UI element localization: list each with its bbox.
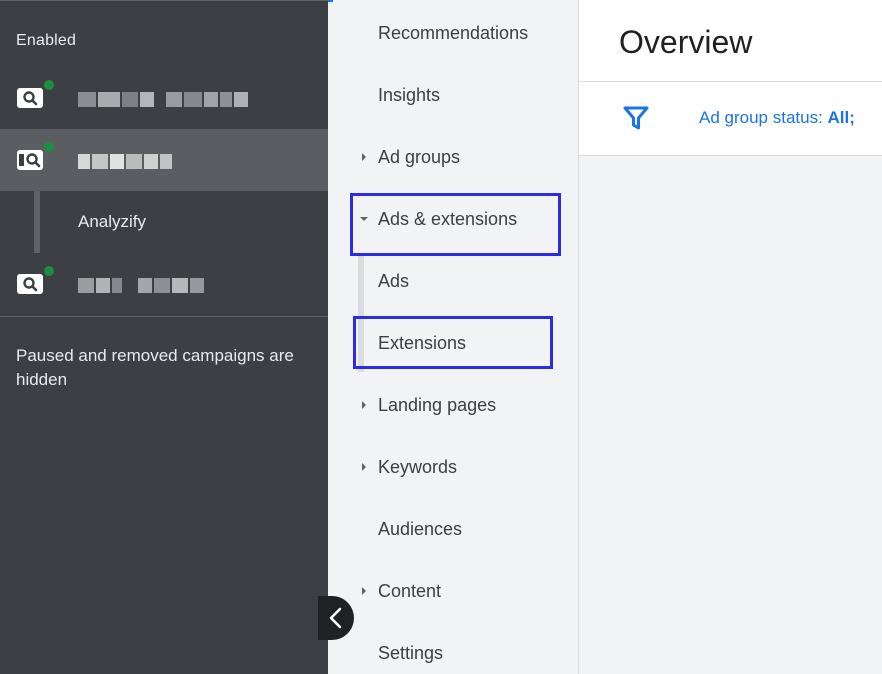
ad-group-status-filter-chip[interactable]: Ad group status: All; [699,108,855,128]
redacted-campaign-name [78,154,174,169]
enabled-status-dot [44,142,54,152]
campaign-panel: Enabled Analyzify Paused and removed cam… [0,0,328,674]
nav-item-settings[interactable]: Settings [328,622,578,674]
caret-right-icon [362,463,366,471]
campaign-row[interactable] [0,253,328,315]
nav-item-ads[interactable]: Ads [328,250,578,312]
nav-item-label: Landing pages [378,395,497,415]
nav-item-content[interactable]: Content [328,560,578,622]
chevron-left-icon [329,607,342,629]
redacted-campaign-name [78,92,250,107]
nav-item-ad-groups[interactable]: Ad groups [328,126,578,188]
ad-group-label: Analyzify [78,212,147,231]
caret-right-icon [362,153,366,161]
highlight-box-ads-and-extensions [350,193,561,256]
nav-item-label: Content [378,581,442,601]
caret-right-icon [362,401,366,409]
search-campaign-icon [17,150,43,170]
main-content: Overview Ad group status: All; [578,0,882,674]
nav-item-label: Recommendations [378,23,529,43]
hidden-campaigns-note: Paused and removed campaigns are hidden [16,346,294,389]
enabled-status-dot [44,266,54,276]
panel-divider [0,316,328,317]
filter-value: All; [827,108,855,127]
search-campaign-icon [17,274,43,294]
nav-item-label: Insights [378,85,441,105]
nav-item-label: Ad groups [378,147,461,167]
page-title: Overview [619,24,753,60]
tree-connector-line [34,191,40,253]
highlight-box-extensions [353,316,553,369]
campaign-row[interactable] [0,67,328,129]
redacted-campaign-name [78,278,206,293]
nav-item-recommendations[interactable]: Recommendations [328,2,578,64]
nav-item-label: Ads [378,271,410,291]
campaign-row-selected[interactable] [0,129,328,191]
search-campaign-icon [17,88,43,108]
ad-group-row[interactable]: Analyzify [0,191,328,253]
enabled-status-dot [44,80,54,90]
panel-top-border [0,0,328,1]
page-nav-menu: Recommendations Insights Ad groups Ads &… [328,0,578,674]
enabled-section-label: Enabled [16,32,77,49]
filter-icon[interactable] [623,106,649,130]
nav-item-keywords[interactable]: Keywords [328,436,578,498]
nav-item-insights[interactable]: Insights [328,64,578,126]
filter-label: Ad group status: [699,108,828,127]
nav-item-label: Keywords [378,457,458,477]
caret-right-icon [362,587,366,595]
nav-item-label: Settings [378,643,444,663]
nav-item-landing-pages[interactable]: Landing pages [328,374,578,436]
nav-item-label: Audiences [378,519,463,539]
filter-bar: Ad group status: All; [579,82,882,156]
nav-item-audiences[interactable]: Audiences [328,498,578,560]
overview-header: Overview [579,0,882,82]
